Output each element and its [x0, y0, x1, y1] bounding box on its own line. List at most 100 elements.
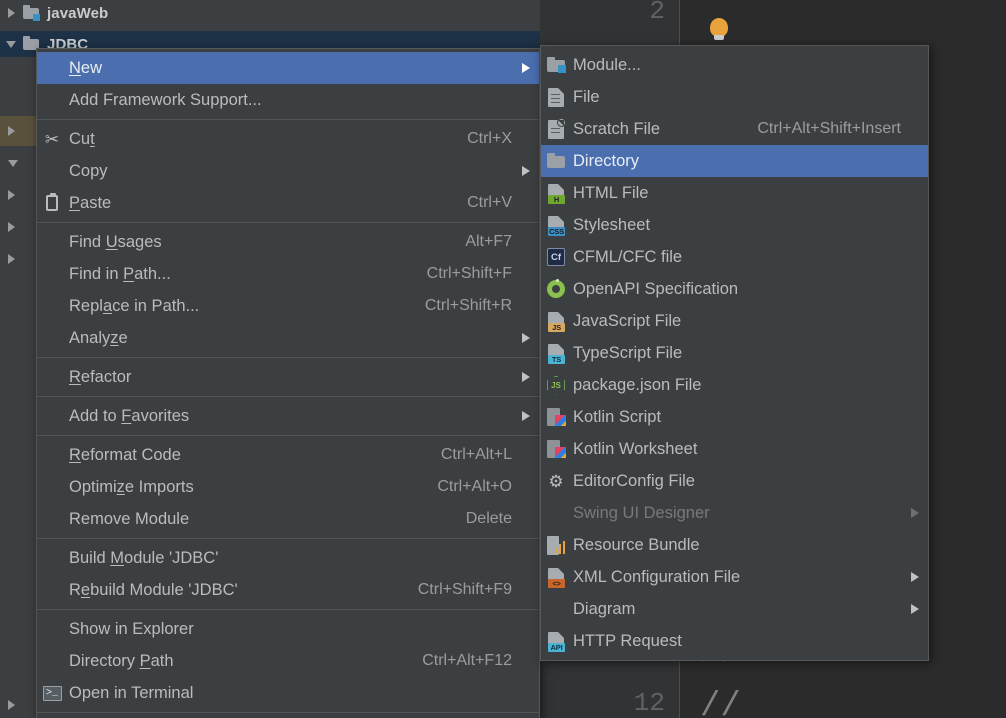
menu-item-label: OpenAPI Specification — [571, 280, 901, 299]
menu-separator — [37, 435, 539, 436]
menu-item-resource-bundle[interactable]: Resource Bundle — [541, 529, 928, 561]
menu-item-label: Show in Explorer — [67, 620, 512, 639]
menu-item-directory[interactable]: Directory — [541, 145, 928, 177]
expand-arrow-collapsed-icon[interactable] — [8, 190, 15, 200]
directory-icon — [547, 153, 566, 169]
menu-item-kotlin-worksheet[interactable]: Kotlin Worksheet — [541, 433, 928, 465]
menu-item-build-module-jdbc[interactable]: Build Module 'JDBC' — [37, 542, 539, 574]
menu-item-shortcut: Ctrl+Shift+F9 — [400, 581, 512, 599]
menu-item-reformat-code[interactable]: Reformat CodeCtrl+Alt+L — [37, 439, 539, 471]
menu-item-diagram[interactable]: Diagram — [541, 593, 928, 625]
menu-item-openapi-specification[interactable]: OpenAPI Specification — [541, 273, 928, 305]
menu-separator — [37, 396, 539, 397]
menu-item-icon-slot — [37, 258, 67, 290]
menu-item-label: HTTP Request — [571, 632, 901, 651]
menu-item-icon-slot: API — [541, 625, 571, 657]
menu-item-refactor[interactable]: Refactor — [37, 361, 539, 393]
menu-item-icon-slot — [37, 613, 67, 645]
menu-item-label: Remove Module — [67, 510, 448, 529]
menu-item-analyze[interactable]: Analyze — [37, 322, 539, 354]
menu-item-label: CFML/CFC file — [571, 248, 901, 267]
menu-item-label: Resource Bundle — [571, 536, 901, 555]
expand-arrow-collapsed-icon[interactable] — [8, 254, 15, 264]
menu-item-rebuild-module-jdbc[interactable]: Rebuild Module 'JDBC'Ctrl+Shift+F9 — [37, 574, 539, 606]
menu-item-add-to-favorites[interactable]: Add to Favorites — [37, 400, 539, 432]
expand-arrow-collapsed-icon[interactable] — [8, 126, 15, 136]
ide-window: javaWeb JDBC 2 — [0, 0, 1006, 718]
tree-arrow-row-3[interactable] — [0, 180, 36, 210]
menu-item-new[interactable]: New — [37, 52, 539, 84]
menu-item-icon-slot — [541, 49, 571, 81]
menu-item-copy[interactable]: Copy — [37, 155, 539, 187]
menu-item-cut[interactable]: ✂CutCtrl+X — [37, 123, 539, 155]
menu-item-package-json-file[interactable]: package.json File — [541, 369, 928, 401]
menu-item-icon-slot — [37, 155, 67, 187]
kotlin-worksheet-icon — [547, 440, 566, 458]
http-request-icon: API — [548, 632, 564, 651]
openapi-icon — [547, 280, 565, 298]
context-menu[interactable]: NewAdd Framework Support... ✂CutCtrl+XCop… — [36, 48, 540, 718]
tree-arrow-row-6[interactable] — [0, 690, 36, 718]
tree-arrow-row-2[interactable] — [0, 148, 36, 178]
menu-item-label: EditorConfig File — [571, 472, 901, 491]
menu-item-file[interactable]: File — [541, 81, 928, 113]
menu-item-label: TypeScript File — [571, 344, 901, 363]
menu-item-icon-slot — [541, 497, 571, 529]
menu-item-shortcut: Ctrl+V — [449, 194, 512, 212]
xml-config-icon: <> — [548, 568, 564, 587]
tree-row-javaweb[interactable]: javaWeb — [0, 0, 540, 26]
menu-item-label: XML Configuration File — [571, 568, 901, 587]
menu-item-shortcut: Alt+F7 — [447, 233, 512, 251]
menu-item-kotlin-script[interactable]: Kotlin Script — [541, 401, 928, 433]
menu-item-icon-slot — [541, 593, 571, 625]
menu-item-icon-slot — [541, 401, 571, 433]
gear-icon: ⚙ — [548, 473, 563, 490]
menu-item-replace-in-path[interactable]: Replace in Path...Ctrl+Shift+R — [37, 290, 539, 322]
menu-item-paste[interactable]: PasteCtrl+V — [37, 187, 539, 219]
menu-item-directory-path[interactable]: Directory PathCtrl+Alt+F12 — [37, 645, 539, 677]
expand-arrow-expanded-icon[interactable] — [8, 160, 18, 167]
menu-item-icon-slot: <> — [541, 561, 571, 593]
scissors-icon: ✂ — [45, 131, 59, 148]
tree-arrow-row-4[interactable] — [0, 212, 36, 242]
menu-item-editorconfig-file[interactable]: ⚙ EditorConfig File — [541, 465, 928, 497]
menu-item-html-file[interactable]: HHTML File — [541, 177, 928, 209]
tree-arrow-row-5[interactable] — [0, 244, 36, 274]
menu-item-find-in-path[interactable]: Find in Path...Ctrl+Shift+F — [37, 258, 539, 290]
menu-item-label: Module... — [571, 56, 901, 75]
menu-item-icon-slot: H — [541, 177, 571, 209]
menu-item-stylesheet[interactable]: CSSStylesheet — [541, 209, 928, 241]
menu-separator — [37, 609, 539, 610]
menu-item-typescript-file[interactable]: TSTypeScript File — [541, 337, 928, 369]
tree-arrow-row-1[interactable] — [0, 116, 36, 146]
menu-item-label: Open in Terminal — [67, 684, 512, 703]
menu-item-remove-module[interactable]: Remove ModuleDelete — [37, 503, 539, 535]
tree-gutter-strip — [0, 0, 36, 718]
menu-item-javascript-file[interactable]: JSJavaScript File — [541, 305, 928, 337]
submenu-arrow-icon — [901, 604, 919, 614]
menu-item-label: Reformat Code — [67, 446, 423, 465]
menu-item-add-framework-support[interactable]: Add Framework Support... — [37, 84, 539, 116]
menu-item-xml-configuration-file[interactable]: <> XML Configuration File — [541, 561, 928, 593]
menu-item-shortcut: Ctrl+Shift+R — [407, 297, 512, 315]
menu-item-scratch-file[interactable]: Scratch FileCtrl+Alt+Shift+Insert — [541, 113, 928, 145]
menu-item-cfml-cfc-file[interactable]: CfCFML/CFC file — [541, 241, 928, 273]
menu-separator — [37, 357, 539, 358]
menu-item-optimize-imports[interactable]: Optimize ImportsCtrl+Alt+O — [37, 471, 539, 503]
menu-item-module[interactable]: Module... — [541, 49, 928, 81]
menu-item-http-request[interactable]: API HTTP Request — [541, 625, 928, 657]
menu-item-label: Replace in Path... — [67, 297, 407, 316]
menu-item-icon-slot: ⚙ — [541, 465, 571, 497]
menu-item-icon-slot — [37, 187, 67, 219]
menu-item-label: Kotlin Worksheet — [571, 440, 901, 459]
menu-item-show-in-explorer[interactable]: Show in Explorer — [37, 613, 539, 645]
menu-item-icon-slot — [37, 290, 67, 322]
clipboard-icon — [46, 195, 58, 211]
menu-item-open-in-terminal[interactable]: >_Open in Terminal — [37, 677, 539, 709]
new-submenu[interactable]: Module... FileScratch FileCtrl+Alt+Shift+… — [540, 45, 929, 661]
menu-item-find-usages[interactable]: Find UsagesAlt+F7 — [37, 226, 539, 258]
expand-arrow-collapsed-icon[interactable] — [8, 700, 15, 710]
submenu-arrow-icon — [512, 372, 530, 382]
menu-item-shortcut: Ctrl+Alt+O — [419, 478, 512, 496]
expand-arrow-collapsed-icon[interactable] — [8, 222, 15, 232]
